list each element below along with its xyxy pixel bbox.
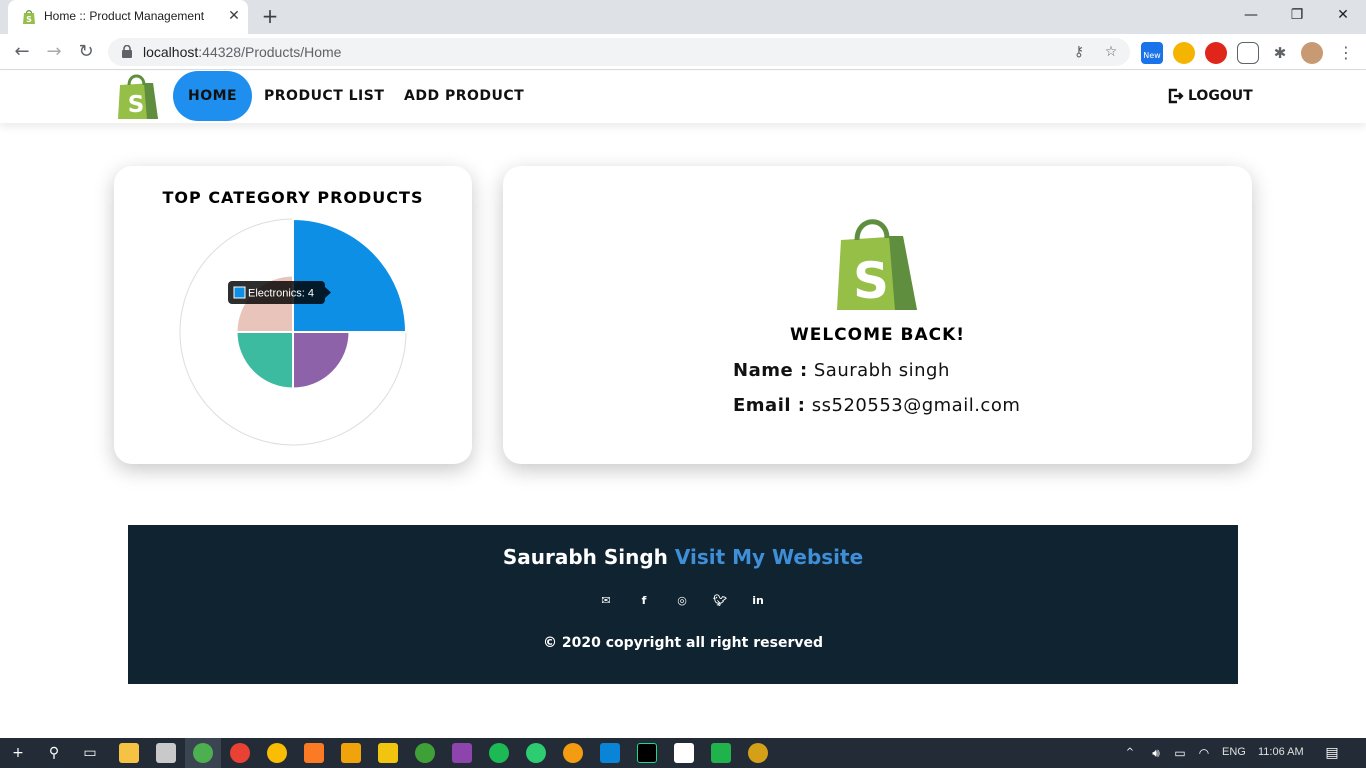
task-view-icon[interactable]: ▭ <box>80 743 100 763</box>
postman-icon[interactable] <box>563 743 583 763</box>
user-name-row: Name : Saurabh singh <box>733 360 950 381</box>
mail-icon[interactable]: ✉ <box>598 593 614 609</box>
chart-segment-1[interactable] <box>292 331 351 390</box>
chart-tooltip-label: Electronics: 4 <box>248 288 314 300</box>
browser-toolbar: ← → ↻ localhost:44328/Products/Home ⚷ ☆ … <box>0 34 1366 70</box>
user-email-row: Email : ss520553@gmail.com <box>733 395 1020 416</box>
new-extension-icon[interactable]: New <box>1141 42 1163 64</box>
xampp-icon[interactable] <box>304 743 324 763</box>
browser-tabstrip: S Home :: Product Management ✕ + — ❐ ✕ <box>0 0 1366 34</box>
wifi-icon[interactable]: ◠ <box>1194 743 1214 763</box>
windows-taskbar: + ⚲ ▭ ^ 🔊︎ ▭ ◠ ENG 11:06 AM ▤ <box>0 738 1366 768</box>
taskbar-search-icon[interactable]: ⚲ <box>44 743 64 763</box>
new-tab-button[interactable]: + <box>260 6 280 26</box>
browser-menu-icon[interactable]: ⋮ <box>1335 42 1357 64</box>
chart-tooltip-swatch <box>233 286 246 299</box>
visit-website-link[interactable]: Visit My Website <box>675 545 863 569</box>
app-icon[interactable] <box>748 743 768 763</box>
notifications-icon[interactable]: ▤ <box>1322 743 1342 763</box>
spotify-icon[interactable] <box>489 743 509 763</box>
top-category-card: TOP CATEGORY PRODUCTS Electronics: 4 <box>114 166 472 464</box>
name-value: Saurabh singh <box>813 360 950 381</box>
filezilla-icon[interactable] <box>378 743 398 763</box>
show-hidden-icons-icon[interactable]: ^ <box>1120 743 1140 763</box>
battery-icon[interactable]: ▭ <box>1170 743 1190 763</box>
shopify-bag-logo: S <box>837 219 917 310</box>
instagram-icon[interactable]: ◎ <box>674 593 690 609</box>
welcome-title: WELCOME BACK! <box>789 325 966 345</box>
taskbar-add-icon[interactable]: + <box>8 743 28 763</box>
restore-button[interactable]: ❐ <box>1282 3 1312 27</box>
virtualbox-icon[interactable] <box>341 743 361 763</box>
svg-text:S: S <box>26 15 32 24</box>
browser-tab[interactable]: S Home :: Product Management ✕ <box>8 0 248 34</box>
chart-segment-0[interactable] <box>292 217 408 333</box>
nav-add-product-link[interactable]: ADD PRODUCT <box>404 71 524 121</box>
vscode-icon[interactable] <box>600 743 620 763</box>
back-arrow-icon[interactable]: ← <box>10 40 34 64</box>
pycharm-icon[interactable] <box>637 743 657 763</box>
tab-title: Home :: Product Management <box>44 9 205 23</box>
extensions-puzzle-icon[interactable]: ✱ <box>1269 42 1291 64</box>
url-text: localhost:44328/Products/Home <box>143 44 342 60</box>
reload-icon[interactable]: ↻ <box>74 40 98 64</box>
mongodb-compass-icon[interactable] <box>415 743 435 763</box>
taskbar-clock[interactable]: 11:06 AM <box>1258 746 1304 758</box>
svg-text:S: S <box>853 252 889 310</box>
chrome-icon[interactable] <box>193 743 213 763</box>
chart-segment-2[interactable] <box>235 331 294 390</box>
notepad-icon[interactable] <box>156 743 176 763</box>
shopify-favicon-icon: S <box>23 10 35 24</box>
logout-label: LOGOUT <box>1188 88 1253 104</box>
adblock-extension-icon[interactable] <box>1205 42 1227 64</box>
email-label: Email : <box>733 395 806 416</box>
jetbrains-toolbox-icon[interactable] <box>711 743 731 763</box>
address-bar[interactable]: localhost:44328/Products/Home ⚷ ☆ <box>108 38 1130 66</box>
site-footer: Saurabh Singh Visit My Website ✉ f ◎ 🐦︎ … <box>128 525 1238 684</box>
email-value: ss520553@gmail.com <box>811 395 1021 416</box>
app-navbar: S HOME PRODUCT LIST ADD PRODUCT LOGOUT <box>0 71 1366 123</box>
yb-icon[interactable] <box>674 743 694 763</box>
lock-icon <box>122 45 132 58</box>
bookmark-star-icon[interactable]: ☆ <box>1102 43 1120 61</box>
footer-credit: Saurabh Singh Visit My Website <box>128 545 1238 569</box>
copyright-text: © 2020 copyright all right reserved <box>543 635 823 651</box>
tab-close-icon[interactable]: ✕ <box>226 8 242 24</box>
minimize-button[interactable]: — <box>1236 3 1266 27</box>
linkedin-icon[interactable]: in <box>750 593 766 609</box>
logout-icon <box>1168 88 1184 104</box>
name-label: Name : <box>733 360 808 381</box>
file-explorer-icon[interactable] <box>119 743 139 763</box>
nav-home-link[interactable]: HOME <box>173 71 253 121</box>
facebook-icon[interactable]: f <box>636 593 652 609</box>
footer-author: Saurabh Singh <box>502 545 668 569</box>
logout-button[interactable]: LOGOUT <box>1168 71 1253 121</box>
social-links: ✉ f ◎ 🐦︎ in <box>598 593 768 609</box>
volume-icon[interactable]: 🔊︎ <box>1146 743 1166 763</box>
chrome-profile-icon[interactable] <box>230 743 250 763</box>
chrome-canary-icon[interactable] <box>267 743 287 763</box>
svg-text:S: S <box>128 92 145 118</box>
shield-extension-icon[interactable] <box>1237 42 1259 64</box>
visual-studio-icon[interactable] <box>452 743 472 763</box>
nav-product-list-link[interactable]: PRODUCT LIST <box>264 71 384 121</box>
language-indicator[interactable]: ENG <box>1222 746 1246 758</box>
welcome-card: S WELCOME BACK! Name : Saurabh singh Ema… <box>503 166 1252 464</box>
shopify-logo[interactable]: S <box>116 71 160 121</box>
forward-arrow-icon[interactable]: → <box>42 40 66 64</box>
polar-area-chart[interactable]: Electronics: 4 <box>114 166 472 464</box>
gitkraken-icon[interactable] <box>526 743 546 763</box>
twitter-icon[interactable]: 🐦︎ <box>712 593 728 609</box>
profile-avatar[interactable] <box>1301 42 1323 64</box>
key-icon[interactable]: ⚷ <box>1070 43 1088 61</box>
owl-extension-icon[interactable] <box>1173 42 1195 64</box>
close-window-button[interactable]: ✕ <box>1328 3 1358 27</box>
